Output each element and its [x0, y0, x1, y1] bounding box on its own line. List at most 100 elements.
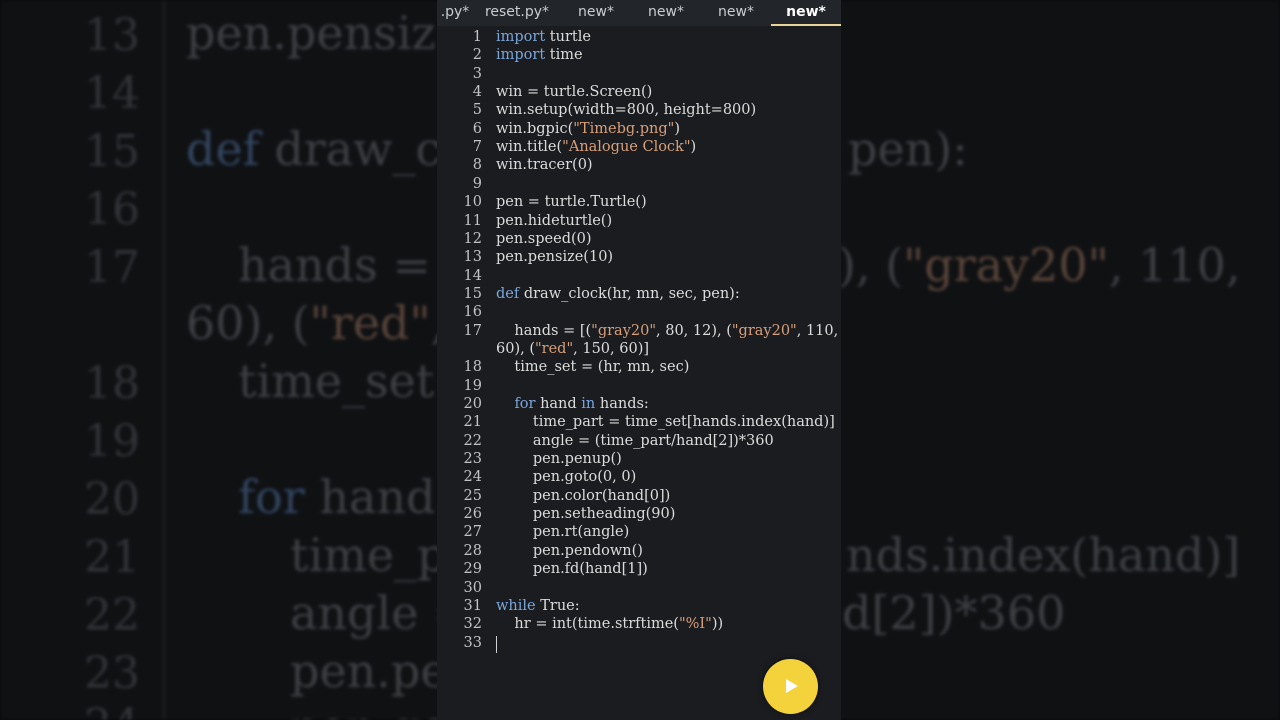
- line-number: 22: [463, 432, 482, 449]
- code-token: ): [674, 120, 680, 137]
- line-number: 29: [463, 561, 482, 578]
- line-number: 12: [463, 230, 482, 247]
- code-line[interactable]: pen.pensize(10): [496, 249, 613, 265]
- code-token: win.title(: [496, 139, 563, 156]
- code-line[interactable]: pen.speed(0): [496, 231, 592, 247]
- code-line[interactable]: angle = (time_part/hand[2])*360: [496, 433, 774, 449]
- code-line[interactable]: pen.hideturtle(): [496, 213, 612, 229]
- code-token: angle = (time_part/hand[2])*360: [496, 432, 774, 449]
- line-number: 2: [472, 47, 482, 64]
- string-token: "gray20": [731, 322, 797, 339]
- keyword-token: import: [496, 29, 546, 45]
- code-line[interactable]: hands = [("gray20", 80, 12), ("gray20", …: [496, 323, 838, 339]
- line-number: 15: [463, 285, 482, 302]
- string-token: "Timebg.png": [573, 120, 675, 137]
- line-number: 31: [463, 597, 482, 614]
- code-token: hr = int(time.strftime(: [496, 616, 679, 633]
- tab-new-active[interactable]: new*: [771, 0, 841, 26]
- line-number: 5: [472, 102, 482, 119]
- code-token: , 80, 12), (: [656, 322, 732, 339]
- line-number: 11: [463, 212, 482, 229]
- code-token: win.tracer(0): [496, 157, 593, 174]
- line-number: 7: [472, 139, 482, 156]
- code-token: pen.speed(0): [496, 230, 592, 247]
- code-line[interactable]: import turtle: [496, 29, 591, 45]
- code-token: win = turtle.Screen(): [496, 84, 653, 101]
- code-token: hands:: [595, 396, 649, 412]
- tab-new-1[interactable]: new*: [561, 0, 631, 26]
- line-number: 10: [463, 194, 482, 211]
- code-token: pen.pensize(10): [496, 249, 614, 266]
- tab-py[interactable]: .py*: [437, 0, 473, 26]
- code-line[interactable]: time_set = (hr, mn, sec): [496, 359, 689, 375]
- code-line[interactable]: 60), ("red", 150, 60)]: [496, 341, 649, 357]
- play-icon: [786, 679, 798, 693]
- code-token: , 150, 60)]: [573, 340, 650, 357]
- line-number: 27: [463, 524, 482, 541]
- string-token: "red": [534, 340, 574, 357]
- keyword-token: in: [581, 396, 596, 412]
- line-number: 18: [463, 359, 482, 376]
- code-line[interactable]: pen = turtle.Turtle(): [496, 194, 647, 210]
- code-token: ): [690, 139, 697, 156]
- code-area[interactable]: 1 2 3 4 5 6 7 8 9 10 11 12 13 14 15 16 17 18 19 20 21 22 23 24 2…: [437, 27, 841, 720]
- line-number: 1: [472, 29, 482, 45]
- line-number: 19: [463, 377, 482, 394]
- code-token: , 110,: [796, 322, 839, 339]
- code-token: turtle: [545, 29, 591, 45]
- code-token: 60), (: [496, 340, 535, 357]
- line-number: 28: [463, 542, 482, 559]
- code-line[interactable]: pen.setheading(90): [496, 506, 676, 522]
- code-token: pen.color(hand[0]): [496, 487, 671, 504]
- line-number: 30: [463, 579, 482, 596]
- line-number: 24: [463, 469, 482, 486]
- code-line[interactable]: time_part = time_set[hands.index(hand)]: [496, 414, 835, 430]
- code-token: pen.penup(): [496, 451, 622, 468]
- code-token: pen.rt(angle): [496, 524, 630, 541]
- keyword-token: for: [514, 396, 536, 412]
- code-token: pen.pendown(): [496, 542, 643, 559]
- code-line[interactable]: import time: [496, 47, 583, 63]
- line-number: 6: [472, 120, 482, 137]
- code-line[interactable]: hr = int(time.strftime("%I")): [496, 616, 723, 632]
- tab-new-3[interactable]: new*: [701, 0, 771, 26]
- code-line[interactable]: pen.color(hand[0]): [496, 488, 670, 504]
- code-token: time: [545, 47, 583, 64]
- line-number: 9: [472, 175, 482, 192]
- code-line[interactable]: pen.fd(hand[1]): [496, 561, 648, 577]
- line-number: 25: [463, 487, 482, 504]
- text-cursor: [496, 635, 497, 653]
- code-line[interactable]: win.bgpic("Timebg.png"): [496, 121, 680, 137]
- code-line[interactable]: win.title("Analogue Clock"): [496, 139, 696, 155]
- file-tab-bar[interactable]: .py* reset.py* new* new* new* new*: [437, 0, 841, 26]
- string-token: "%I": [678, 616, 712, 633]
- code-line[interactable]: win.tracer(0): [496, 157, 593, 173]
- code-line[interactable]: pen.penup(): [496, 451, 622, 467]
- code-line[interactable]: win.setup(width=800, height=800): [496, 102, 756, 118]
- line-number: 3: [472, 65, 482, 82]
- line-number: 13: [463, 249, 482, 266]
- code-line[interactable]: while True:: [496, 598, 580, 614]
- code-line[interactable]: pen.rt(angle): [496, 524, 629, 540]
- tab-new-2[interactable]: new*: [631, 0, 701, 26]
- line-number: 23: [463, 451, 482, 468]
- code-token: pen = turtle.Turtle(): [496, 194, 647, 211]
- keyword-token: while: [496, 597, 536, 614]
- line-number: 21: [463, 414, 482, 431]
- code-line[interactable]: def draw_clock(hr, mn, sec, pen):: [496, 286, 740, 302]
- line-number: 26: [463, 506, 482, 523]
- code-line[interactable]: pen.pendown(): [496, 543, 643, 559]
- line-number: 4: [472, 84, 482, 101]
- keyword-token: def: [496, 285, 520, 302]
- tab-reset-py[interactable]: reset.py*: [473, 0, 561, 26]
- code-line[interactable]: win = turtle.Screen(): [496, 84, 652, 100]
- code-token: )): [711, 616, 724, 633]
- code-token: win.setup(width=800, height=800): [496, 102, 757, 119]
- code-line[interactable]: for hand in hands:: [496, 396, 649, 412]
- run-button[interactable]: [763, 659, 818, 714]
- string-token: "gray20": [591, 322, 657, 339]
- code-line[interactable]: pen.goto(0, 0): [496, 469, 636, 485]
- string-token: "Analogue Clock": [562, 139, 691, 156]
- keyword-token: import: [496, 47, 546, 64]
